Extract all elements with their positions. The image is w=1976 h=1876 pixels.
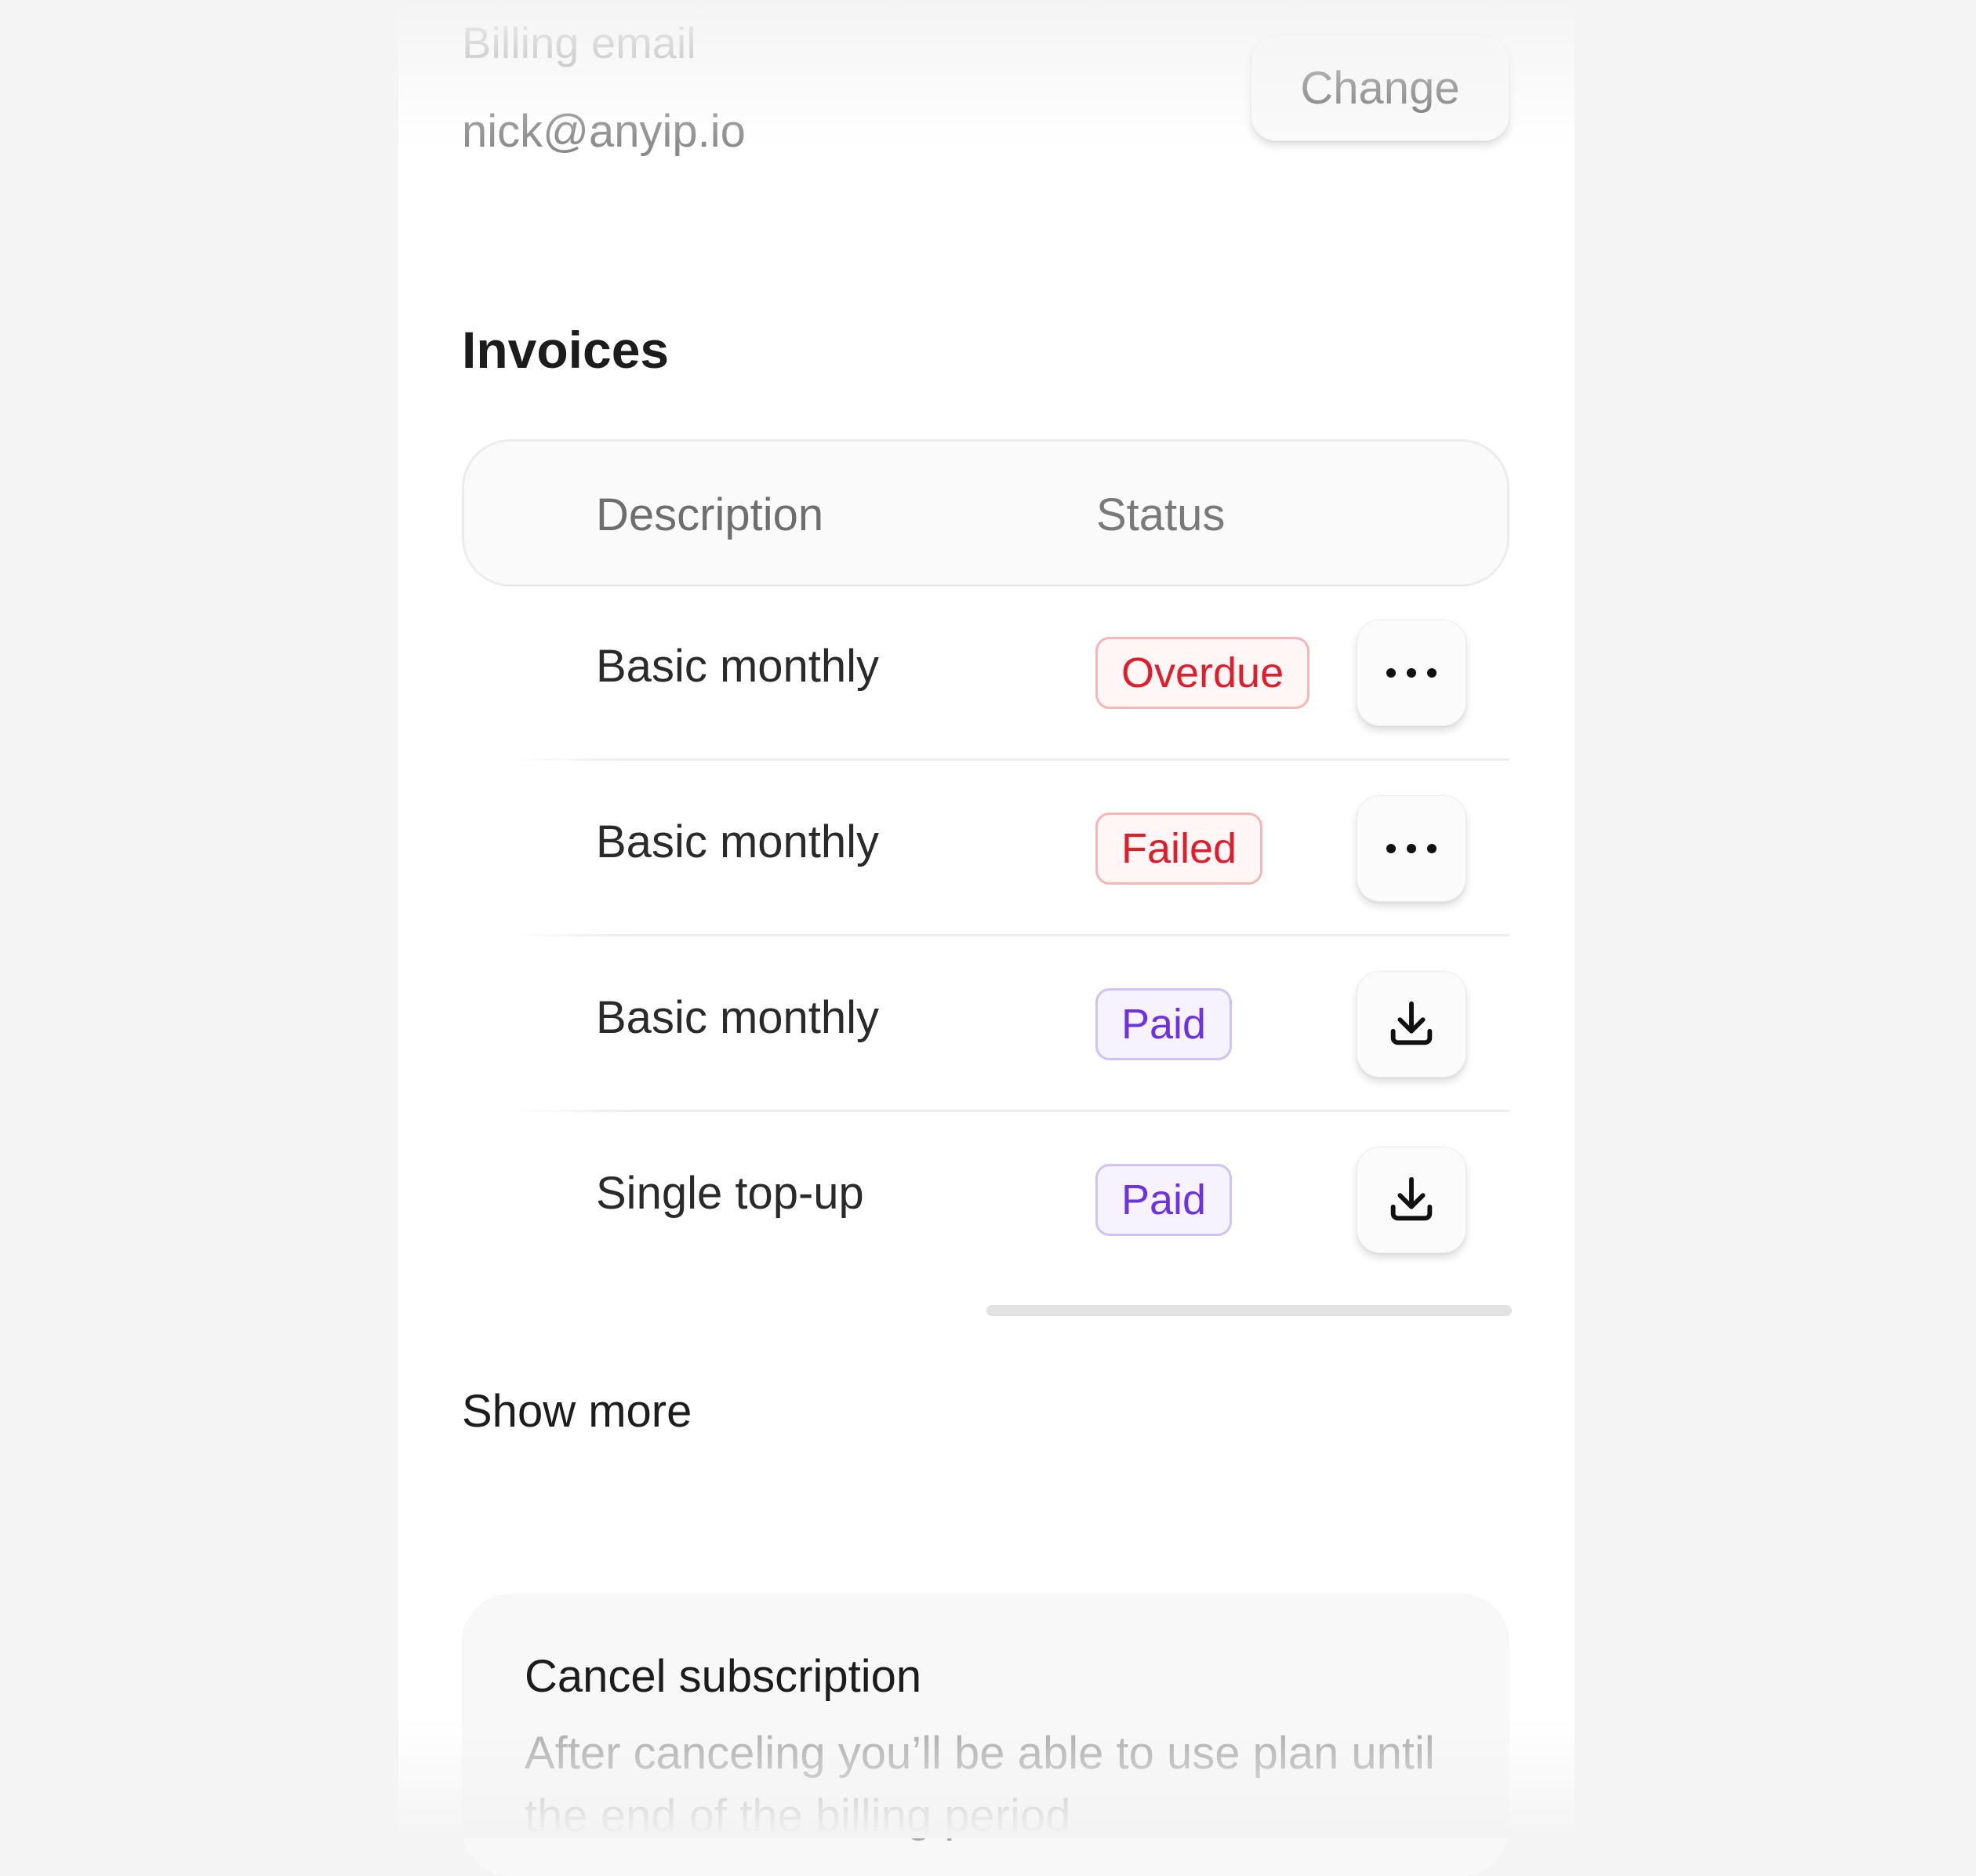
table-row: Basic monthly Overdue	[510, 585, 1509, 761]
horizontal-scrollbar[interactable]	[986, 1305, 1512, 1316]
invoice-description: Basic monthly	[596, 992, 880, 1043]
billing-email-label: Billing email	[462, 18, 696, 67]
status-badge: Paid	[1095, 1164, 1233, 1236]
table-row: Basic monthly Failed	[510, 761, 1509, 936]
change-email-button[interactable]: Change	[1251, 35, 1509, 141]
invoice-description: Basic monthly	[596, 816, 880, 867]
show-more-link[interactable]: Show more	[462, 1385, 692, 1438]
more-options-button[interactable]	[1357, 795, 1466, 902]
invoice-description: Single top-up	[596, 1168, 864, 1219]
more-options-button[interactable]	[1357, 620, 1466, 726]
status-badge: Paid	[1095, 988, 1233, 1060]
billing-email-value: nick@anyip.io	[462, 106, 746, 157]
download-icon	[1390, 1001, 1433, 1045]
download-invoice-button[interactable]	[1357, 1147, 1466, 1253]
column-header-description: Description	[596, 489, 824, 540]
invoice-description: Basic monthly	[596, 641, 880, 692]
table-row: Basic monthly Paid	[510, 936, 1509, 1112]
download-invoice-button[interactable]	[1357, 971, 1466, 1078]
cancel-subscription-description: After canceling you’ll be able to use pl…	[525, 1728, 1435, 1841]
more-horizontal-icon	[1386, 844, 1437, 853]
download-icon	[1390, 1176, 1433, 1221]
cancel-subscription-title: Cancel subscription	[525, 1651, 922, 1702]
table-row: Single top-up Paid	[510, 1112, 1509, 1288]
more-horizontal-icon	[1386, 668, 1437, 678]
column-header-status: Status	[1096, 489, 1226, 540]
invoices-table-header: Description Status	[462, 439, 1509, 587]
cancel-subscription-card: Cancel subscription After canceling you’…	[462, 1594, 1509, 1876]
invoices-title: Invoices	[462, 321, 670, 379]
status-badge: Overdue	[1095, 637, 1310, 709]
status-badge: Failed	[1095, 813, 1263, 885]
